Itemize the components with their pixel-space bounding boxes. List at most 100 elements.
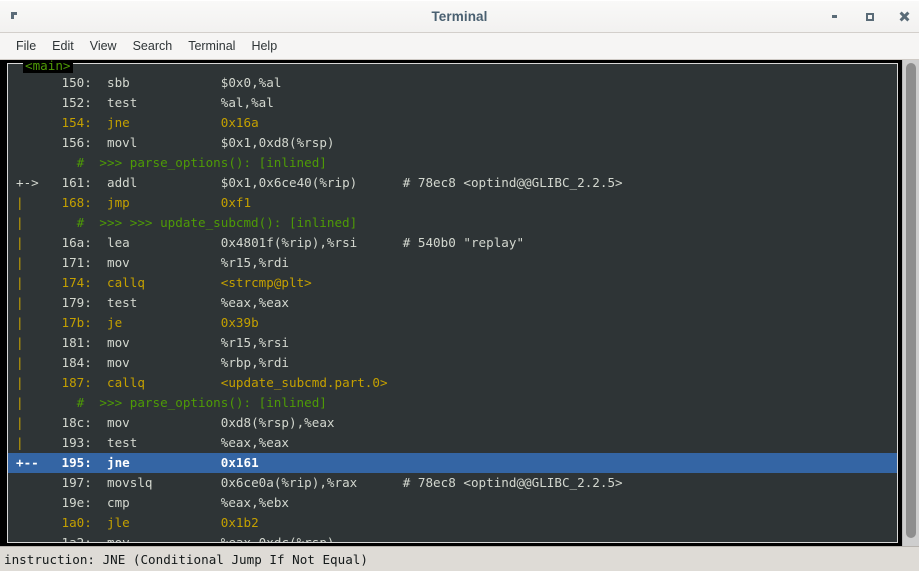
instruction-address: 161:: [46, 175, 108, 190]
instruction-mnemonic: movl: [107, 135, 221, 150]
disassembly-row[interactable]: 154: jne 0x16a: [8, 113, 897, 133]
instruction-operands: $0x1,0x6ce40(%rip): [220, 175, 388, 190]
instruction-operands: 0x6ce0a(%rip),%rax: [220, 475, 388, 490]
instruction-address: 1a0:: [46, 515, 108, 530]
terminal-area: 150: sbb $0x0,%al 152: test %al,%al 154:…: [0, 60, 919, 546]
jump-gutter: [16, 115, 46, 130]
instruction-mnemonic: mov: [107, 355, 221, 370]
instruction-operands: $0x0,%al: [220, 75, 282, 90]
disassembly-row[interactable]: | # >>> parse_options(): [inlined]: [8, 393, 897, 413]
instruction-mnemonic: movslq: [107, 475, 221, 490]
jump-gutter: |: [16, 195, 47, 210]
disassembly-row[interactable]: | 193: test %eax,%eax: [8, 433, 897, 453]
instruction-operands: 0x161: [220, 455, 259, 470]
maximize-icon: [865, 12, 874, 21]
terminal-icon: [10, 12, 19, 21]
menu-item-file[interactable]: File: [8, 36, 44, 56]
menu-item-edit[interactable]: Edit: [44, 36, 82, 56]
instruction-address: 184:: [46, 355, 108, 370]
disassembly-listing: 150: sbb $0x0,%al 152: test %al,%al 154:…: [8, 73, 897, 542]
title-bar[interactable]: Terminal: [0, 0, 919, 33]
instruction-mnemonic: cmp: [107, 495, 221, 510]
menu-item-search[interactable]: Search: [125, 36, 181, 56]
disassembly-row[interactable]: | 17b: je 0x39b: [8, 313, 897, 333]
disassembly-row[interactable]: 197: movslq 0x6ce0a(%rip),%rax # 78ec8 <…: [8, 473, 897, 493]
jump-gutter: |: [16, 235, 47, 250]
titlebar-left-group: [10, 1, 19, 32]
instruction-operands: 0x39b: [220, 315, 259, 330]
disassembly-row[interactable]: 152: test %al,%al: [8, 93, 897, 113]
instruction-operands: 0x4801f(%rip),%rsi: [220, 235, 388, 250]
minimize-button[interactable]: [828, 10, 841, 23]
jump-gutter: |: [16, 415, 47, 430]
disassembly-row[interactable]: 1a0: jle 0x1b2: [8, 513, 897, 533]
disassembly-row[interactable]: 19e: cmp %eax,%ebx: [8, 493, 897, 513]
menu-item-terminal[interactable]: Terminal: [180, 36, 243, 56]
instruction-operands: %eax,%eax: [220, 435, 289, 450]
instruction-address: 19e:: [46, 495, 108, 510]
instruction-address: 17b:: [46, 315, 108, 330]
instruction-mnemonic: mov: [107, 335, 221, 350]
instruction-operands: 0x16a: [220, 115, 259, 130]
disassembly-row[interactable]: 1a2: mov %eax,0xdc(%rsp): [8, 533, 897, 542]
menu-item-view[interactable]: View: [82, 36, 125, 56]
instruction-mnemonic: callq: [107, 275, 221, 290]
instruction-comment: # 540b0 "replay": [387, 235, 525, 250]
menu-item-help[interactable]: Help: [243, 36, 285, 56]
menu-bar: File Edit View Search Terminal Help: [0, 33, 919, 60]
scrollbar-thumb[interactable]: [906, 63, 916, 538]
vertical-scrollbar[interactable]: [902, 60, 919, 546]
maximize-button[interactable]: [863, 10, 876, 23]
jump-gutter: |: [16, 395, 47, 410]
disassembly-row[interactable]: | 171: mov %r15,%rdi: [8, 253, 897, 273]
instruction-mnemonic: addl: [107, 175, 221, 190]
instruction-comment: # 78ec8 <optind@@GLIBC_2.2.5>: [387, 175, 623, 190]
instruction-mnemonic: test: [107, 435, 221, 450]
instruction-address: 181:: [46, 335, 108, 350]
disassembly-row[interactable]: | 184: mov %rbp,%rdi: [8, 353, 897, 373]
status-bar: instruction: JNE (Conditional Jump If No…: [0, 546, 919, 571]
instruction-address: 193:: [46, 435, 108, 450]
instruction-operands: <update_subcmd.part.0>: [220, 375, 388, 390]
disassembly-row[interactable]: | 18c: mov 0xd8(%rsp),%eax: [8, 413, 897, 433]
disassembly-row-selected[interactable]: +-- 195: jne 0x161: [8, 453, 897, 473]
window-controls: [828, 1, 911, 32]
instruction-mnemonic: mov: [107, 255, 221, 270]
disassembly-pane-frame: 150: sbb $0x0,%al 152: test %al,%al 154:…: [7, 63, 898, 543]
instruction-mnemonic: je: [107, 315, 221, 330]
instruction-operands: %r15,%rdi: [220, 255, 289, 270]
instruction-address: 179:: [46, 295, 108, 310]
close-button[interactable]: [898, 10, 911, 23]
disassembly-row[interactable]: 156: movl $0x1,0xd8(%rsp): [8, 133, 897, 153]
instruction-address: 197:: [46, 475, 108, 490]
jump-gutter: [16, 535, 46, 542]
disassembly-row[interactable]: | 179: test %eax,%eax: [8, 293, 897, 313]
instruction-address: 156:: [46, 135, 108, 150]
instruction-operands: 0xf1: [220, 195, 252, 210]
jump-gutter: |: [16, 335, 47, 350]
inline-function-header: # >>> >>> update_subcmd(): [inlined]: [46, 215, 358, 230]
instruction-mnemonic: jmp: [107, 195, 221, 210]
disassembly-row[interactable]: | 181: mov %r15,%rsi: [8, 333, 897, 353]
disassembly-row[interactable]: | 168: jmp 0xf1: [8, 193, 897, 213]
disassembly-row[interactable]: | 174: callq <strcmp@plt>: [8, 273, 897, 293]
instruction-operands: 0x1b2: [220, 515, 259, 530]
terminal-screen[interactable]: 150: sbb $0x0,%al 152: test %al,%al 154:…: [0, 60, 902, 546]
disassembly-row[interactable]: +-> 161: addl $0x1,0x6ce40(%rip) # 78ec8…: [8, 173, 897, 193]
disassembly-row[interactable]: | 187: callq <update_subcmd.part.0>: [8, 373, 897, 393]
disassembly-row[interactable]: | # >>> >>> update_subcmd(): [inlined]: [8, 213, 897, 233]
jump-gutter: |: [16, 215, 47, 230]
instruction-address: 187:: [46, 375, 108, 390]
instruction-mnemonic: jne: [107, 115, 221, 130]
status-message: instruction: JNE (Conditional Jump If No…: [4, 551, 368, 567]
instruction-operands: $0x1,0xd8(%rsp): [220, 135, 335, 150]
inline-function-header: # >>> parse_options(): [inlined]: [46, 395, 327, 410]
disassembly-row[interactable]: | 16a: lea 0x4801f(%rip),%rsi # 540b0 "r…: [8, 233, 897, 253]
instruction-mnemonic: test: [107, 95, 221, 110]
jump-gutter: [16, 95, 46, 110]
disassembly-row[interactable]: 150: sbb $0x0,%al: [8, 73, 897, 93]
disassembly-row[interactable]: # >>> parse_options(): [inlined]: [8, 153, 897, 173]
instruction-mnemonic: jle: [107, 515, 221, 530]
jump-gutter: [16, 155, 46, 170]
jump-gutter: |: [16, 375, 47, 390]
